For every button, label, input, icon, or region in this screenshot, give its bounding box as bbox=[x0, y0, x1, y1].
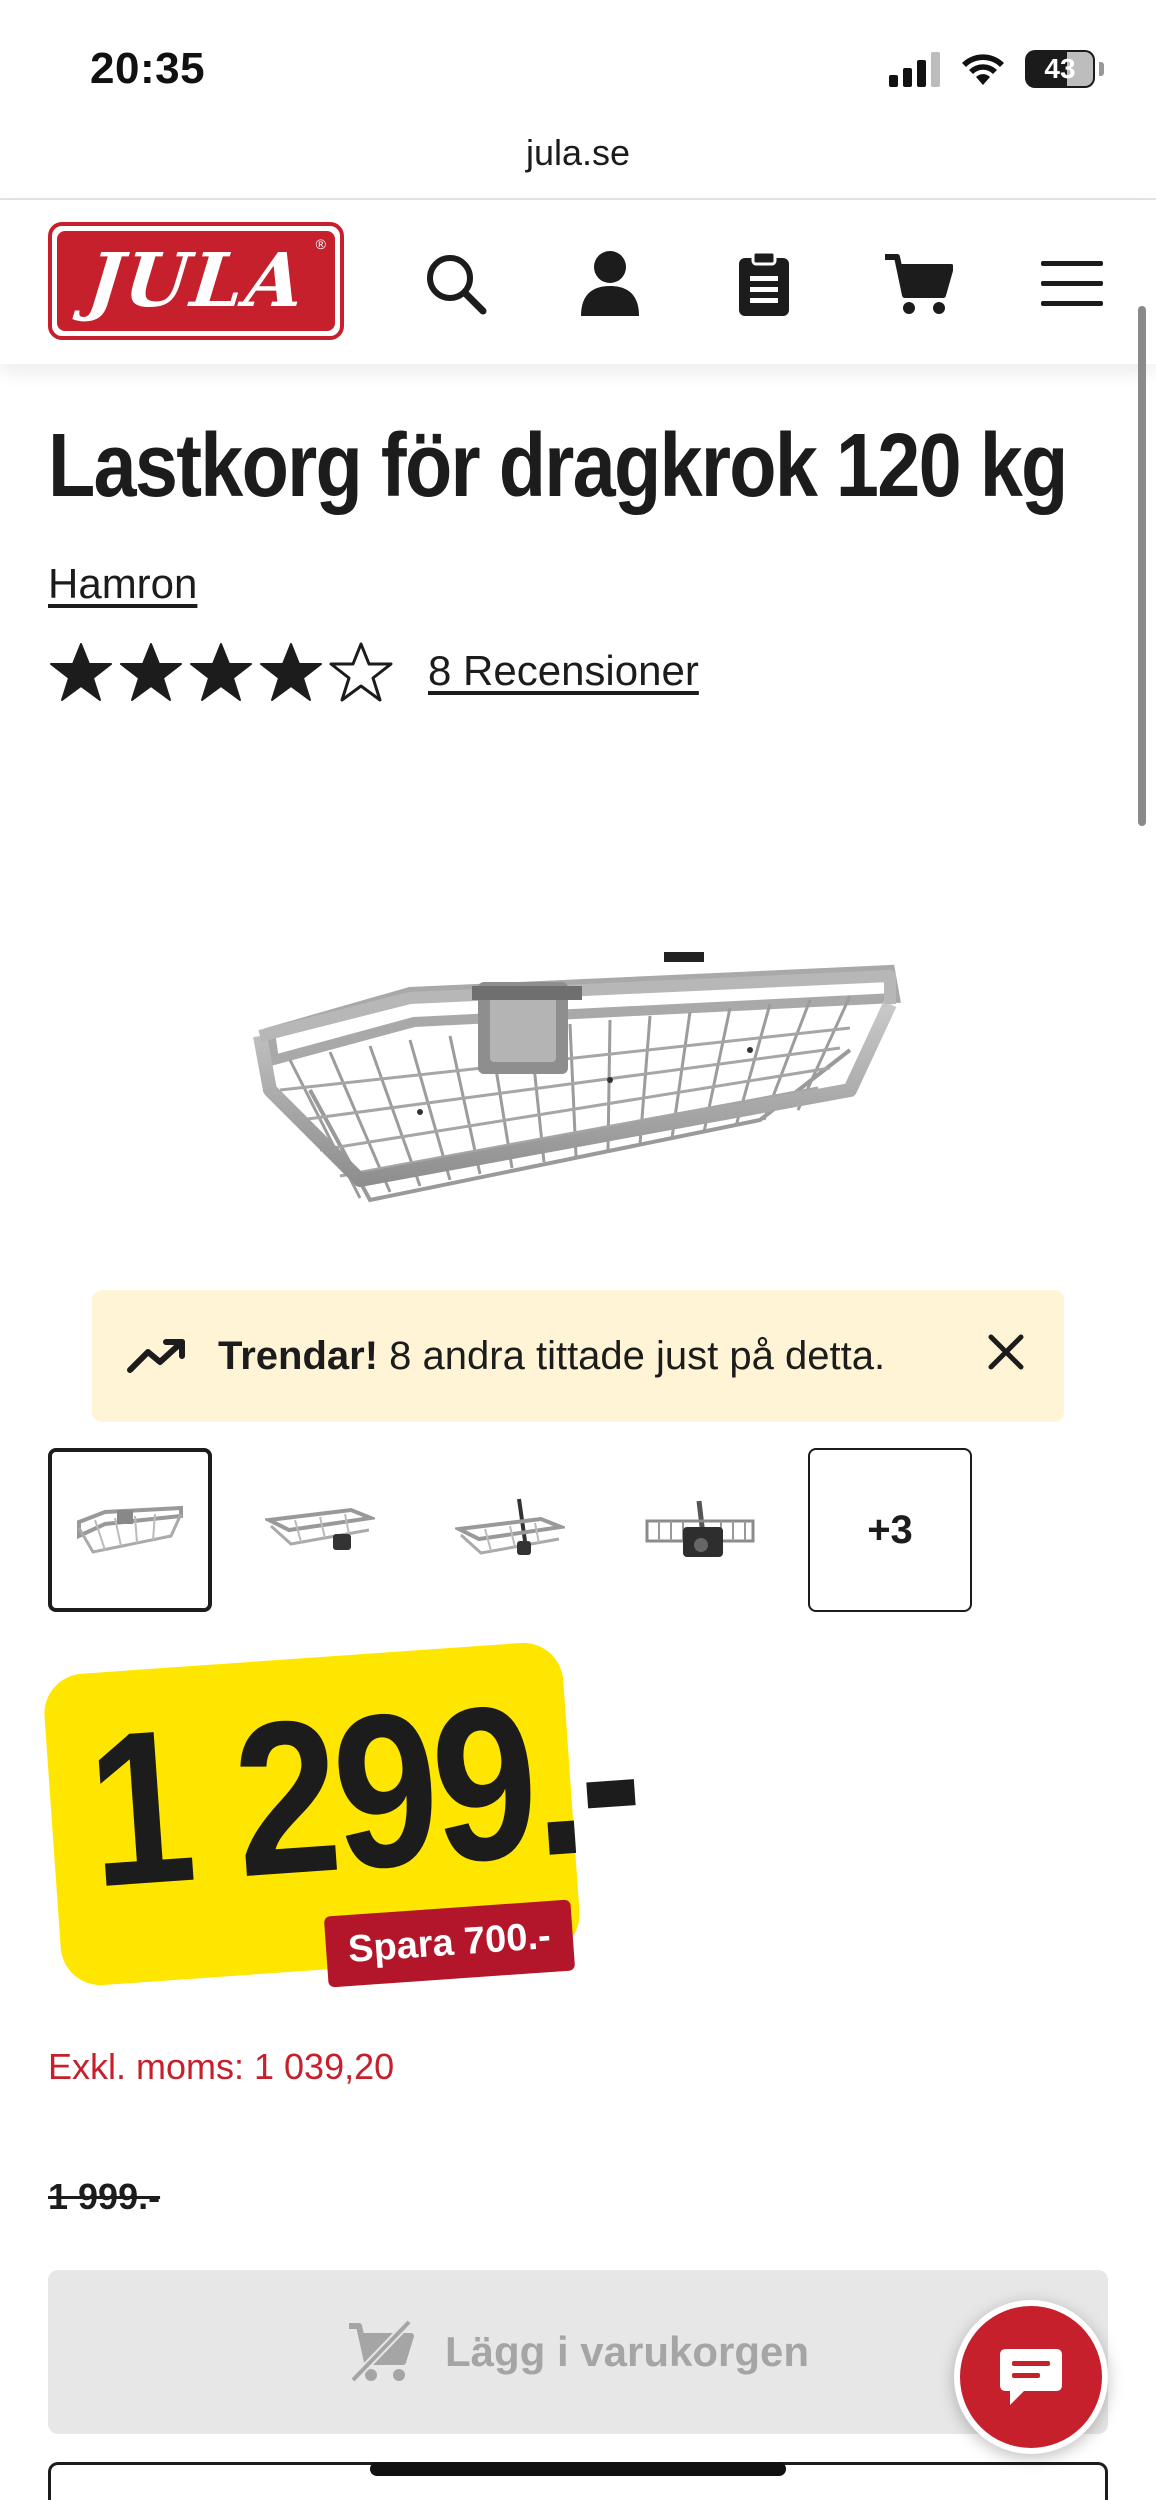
menu-icon[interactable] bbox=[1032, 244, 1112, 324]
thumbnail-3[interactable] bbox=[428, 1448, 592, 1612]
trend-text: 8 andra tittade just på detta. bbox=[389, 1333, 886, 1378]
site-header: JULA ® bbox=[0, 200, 1156, 364]
chat-icon bbox=[1000, 2349, 1062, 2405]
home-indicator bbox=[370, 2462, 786, 2476]
product-image[interactable] bbox=[250, 940, 910, 1240]
close-icon[interactable] bbox=[974, 1320, 1038, 1384]
status-icons: 43 bbox=[889, 50, 1104, 88]
thumbnail-gallery: +3 bbox=[48, 1448, 972, 1612]
add-to-cart-label: Lägg i varukorgen bbox=[444, 2328, 810, 2375]
product-rating[interactable]: 8 Recensioner bbox=[48, 640, 699, 702]
account-icon[interactable] bbox=[570, 244, 650, 324]
current-price: 1 299.- bbox=[81, 1652, 645, 1934]
brand-link[interactable]: Hamron bbox=[48, 560, 197, 608]
star-filled-icon bbox=[190, 643, 252, 701]
rating-stars bbox=[48, 640, 394, 702]
chat-button[interactable] bbox=[954, 2300, 1108, 2454]
star-empty-icon bbox=[329, 642, 393, 702]
logo-text: JULA bbox=[82, 238, 310, 324]
more-images-button[interactable]: +3 bbox=[808, 1448, 972, 1612]
cart-disabled-icon bbox=[348, 2320, 414, 2383]
search-icon[interactable] bbox=[416, 244, 496, 324]
old-price: 1 999.- bbox=[48, 2176, 161, 2217]
thumbnail-4[interactable] bbox=[618, 1448, 782, 1612]
price-excl-vat: Exkl. moms: 1 039,20 bbox=[48, 2046, 395, 2087]
shopping-list-icon[interactable] bbox=[724, 244, 804, 324]
wifi-icon bbox=[962, 54, 1004, 85]
page-scrollbar[interactable] bbox=[1138, 306, 1146, 826]
thumbnail-2[interactable] bbox=[238, 1448, 402, 1612]
signal-icon bbox=[889, 52, 940, 87]
trend-banner: Trendar! 8 andra tittade just på detta. bbox=[92, 1290, 1064, 1422]
trend-message: Trendar! 8 andra tittade just på detta. bbox=[218, 1334, 885, 1379]
add-to-cart-button[interactable]: Lägg i varukorgen bbox=[48, 2270, 1108, 2434]
status-bar: 20:35 43 bbox=[0, 0, 1156, 130]
status-time: 20:35 bbox=[90, 44, 206, 93]
star-filled-icon bbox=[50, 643, 112, 701]
browser-url[interactable]: jula.se bbox=[0, 132, 1156, 174]
thumbnail-1[interactable] bbox=[48, 1448, 212, 1612]
reviews-link[interactable]: 8 Recensioner bbox=[428, 647, 699, 695]
trend-title: Trendar! bbox=[218, 1333, 379, 1378]
cart-icon[interactable] bbox=[878, 244, 958, 324]
trending-up-icon bbox=[127, 1339, 185, 1373]
battery-level: 43 bbox=[1044, 53, 1076, 84]
jula-logo[interactable]: JULA ® bbox=[48, 222, 344, 340]
star-filled-icon bbox=[260, 643, 322, 701]
star-filled-icon bbox=[120, 643, 182, 701]
product-title: Lastkorg för dragkrok 120 kg bbox=[48, 416, 1068, 516]
battery-icon: 43 bbox=[1025, 50, 1095, 88]
